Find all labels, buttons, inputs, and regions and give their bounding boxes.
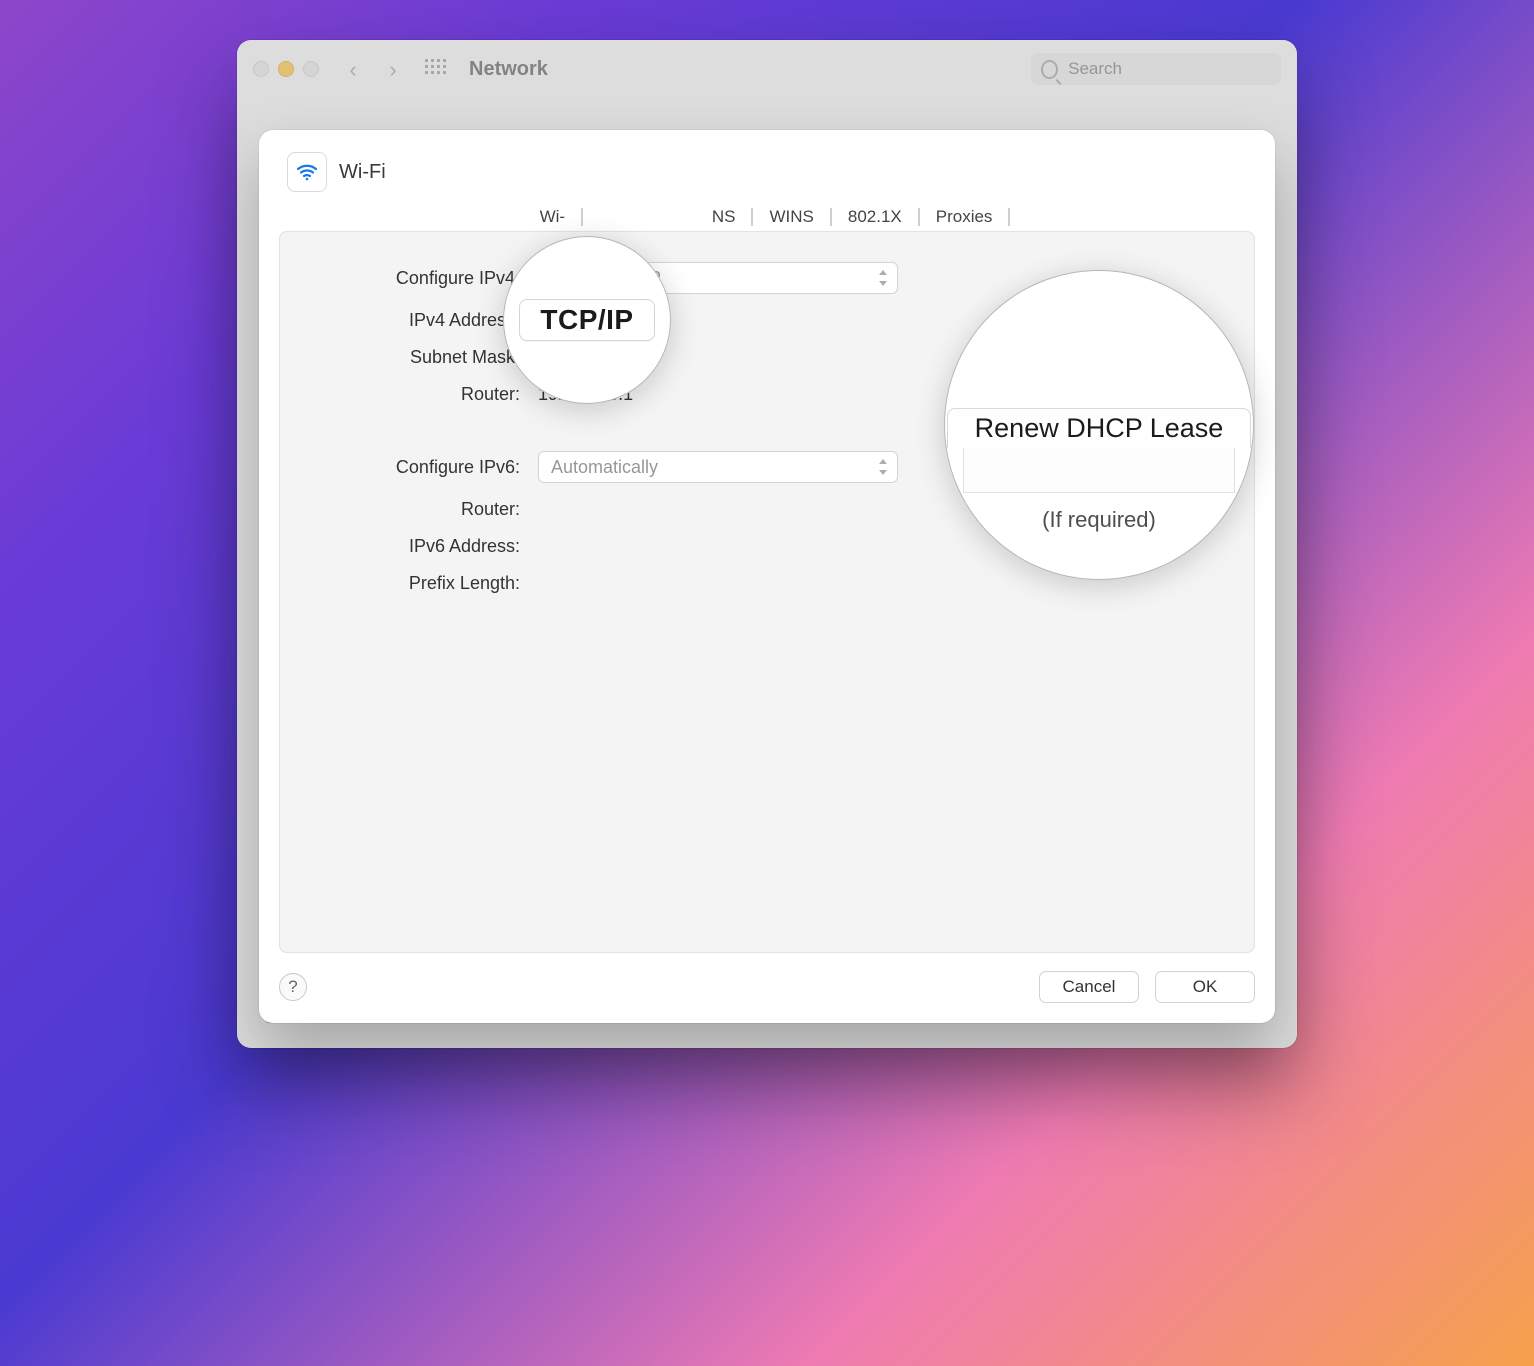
back-button[interactable]: ‹ <box>339 55 367 83</box>
sheet-header: Wi-Fi <box>287 152 1255 192</box>
tab-bar: Wi- TCP/IP NS WINS 802.1X Proxies <box>279 200 1255 234</box>
callout-renew-dhcp: Renew DHCP Lease (If required) <box>944 270 1254 580</box>
chevron-updown-icon <box>877 459 889 475</box>
callout-renew-label: Renew DHCP Lease <box>947 408 1251 448</box>
window-controls <box>253 61 319 77</box>
configure-ipv6-value: Automatically <box>551 457 658 478</box>
label-router: Router: <box>310 384 520 405</box>
minimize-window-button[interactable] <box>278 61 294 77</box>
label-router-ipv6: Router: <box>310 499 520 520</box>
search-field[interactable] <box>1031 53 1281 85</box>
search-input[interactable] <box>1066 58 1271 80</box>
close-window-button[interactable] <box>253 61 269 77</box>
ok-button[interactable]: OK <box>1155 971 1255 1003</box>
interface-name: Wi-Fi <box>339 161 386 184</box>
tab-dns-partial[interactable]: NS <box>696 200 752 234</box>
label-configure-ipv6: Configure IPv6: <box>310 457 520 478</box>
zoom-window-button[interactable] <box>303 61 319 77</box>
callout-tcpip: TCP/IP <box>503 236 671 404</box>
tab-wifi-partial[interactable]: Wi- <box>524 200 581 234</box>
tab-wins[interactable]: WINS <box>753 200 829 234</box>
callout-dhcp-client-id-field <box>963 448 1235 493</box>
preferences-window: ‹ › Network Click the lock to make chang… <box>237 40 1297 1048</box>
help-button[interactable]: ? <box>279 973 307 1001</box>
label-configure-ipv4: Configure IPv4: <box>310 268 520 289</box>
search-icon <box>1041 60 1058 79</box>
label-prefix-length: Prefix Length: <box>310 573 520 594</box>
label-ipv4-address: IPv4 Address: <box>310 310 520 331</box>
label-ipv6-address: IPv6 Address: <box>310 536 520 557</box>
tab-8021x[interactable]: 802.1X <box>832 200 918 234</box>
callout-tcpip-label: TCP/IP <box>519 299 654 341</box>
forward-button[interactable]: › <box>379 55 407 83</box>
callout-renew-hint: (If required) <box>1042 507 1156 533</box>
sheet-footer: ? Cancel OK <box>279 971 1255 1003</box>
wifi-icon <box>287 152 327 192</box>
tab-proxies[interactable]: Proxies <box>920 200 1009 234</box>
window-title: Network <box>469 58 548 81</box>
configure-ipv6-select[interactable]: Automatically <box>538 451 898 483</box>
cancel-button[interactable]: Cancel <box>1039 971 1139 1003</box>
advanced-sheet: Wi-Fi Wi- TCP/IP NS WINS 802.1X Proxies … <box>259 130 1275 1023</box>
show-all-icon[interactable] <box>425 59 445 79</box>
chevron-updown-icon <box>877 270 889 286</box>
titlebar: ‹ › Network <box>237 40 1297 98</box>
label-subnet-mask: Subnet Mask: <box>310 347 520 368</box>
